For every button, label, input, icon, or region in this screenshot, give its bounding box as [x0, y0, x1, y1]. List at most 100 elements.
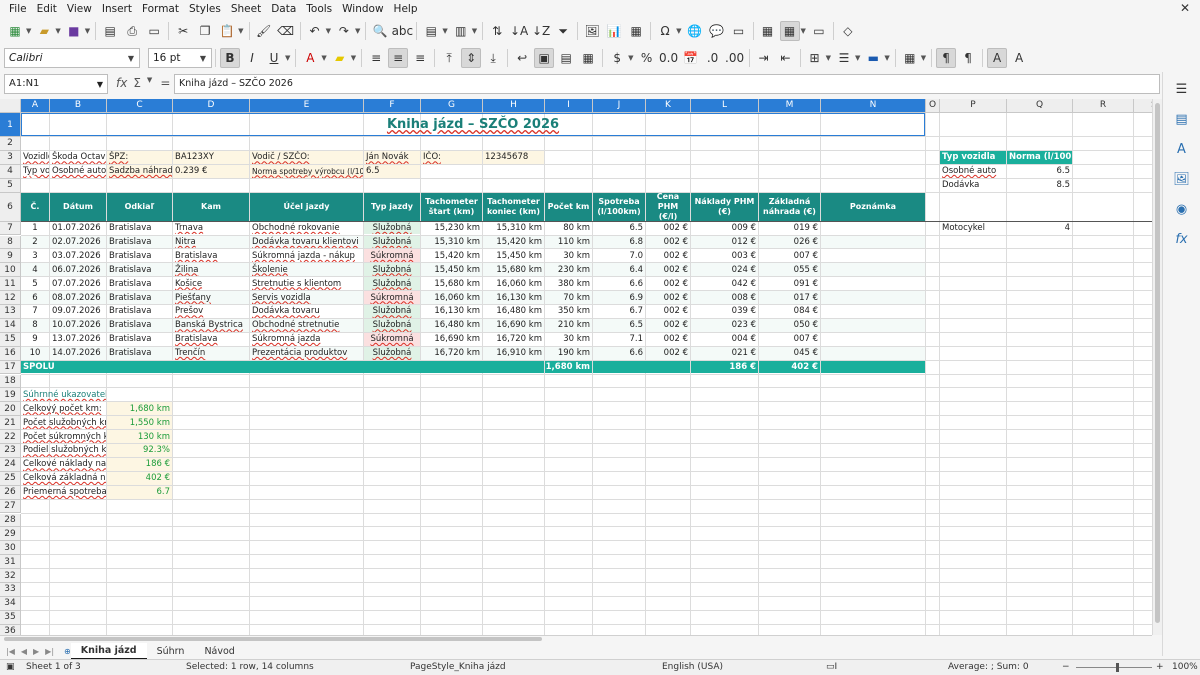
trip-n[interactable]: 8	[21, 318, 49, 332]
gallery-icon[interactable]: 🖼	[1173, 170, 1191, 188]
select-all-corner[interactable]	[0, 99, 21, 113]
trip-km[interactable]: 210 km	[545, 318, 592, 332]
new-document-icon[interactable]: ▦	[5, 21, 25, 41]
scrollbar-thumb[interactable]	[4, 637, 542, 641]
trip-km[interactable]: 110 km	[545, 235, 592, 249]
trip-comp[interactable]: 045 €	[759, 346, 820, 360]
trip-cons[interactable]: 6.8	[593, 235, 645, 249]
trip-note[interactable]	[821, 291, 925, 304]
column-header[interactable]: B	[50, 99, 107, 113]
trip-to[interactable]: Nitra	[173, 235, 249, 249]
summary-label[interactable]: Celková základná náhrada:	[21, 472, 106, 485]
row-header[interactable]: 1	[0, 113, 21, 137]
trip-to[interactable]: Košice	[173, 277, 249, 291]
row-header[interactable]: 29	[0, 527, 21, 542]
trip-start[interactable]: 15,420 km	[421, 249, 482, 263]
column-header[interactable]: A	[21, 99, 50, 113]
trip-price[interactable]: 002 €	[646, 221, 690, 235]
trip-to[interactable]: Bratislava	[173, 332, 249, 346]
row-header[interactable]: 9	[0, 249, 21, 264]
trip-from[interactable]: Bratislava	[107, 318, 172, 332]
trip-cons[interactable]: 6.6	[593, 346, 645, 360]
freeze-rows-columns-icon[interactable]: ▦	[779, 21, 800, 41]
column-header[interactable]: G	[421, 99, 483, 113]
plate-value[interactable]: BA123XY	[173, 150, 249, 164]
trip-price[interactable]: 002 €	[646, 263, 690, 277]
row-header[interactable]: 35	[0, 610, 21, 625]
italic-icon[interactable]: I	[242, 48, 262, 68]
summary-value[interactable]: 186 €	[107, 457, 172, 471]
trip-note[interactable]	[821, 277, 925, 291]
trip-cons[interactable]: 7.0	[593, 249, 645, 263]
row-header[interactable]: 30	[0, 541, 21, 556]
trip-comp[interactable]: 091 €	[759, 277, 820, 291]
print-preview-icon[interactable]: ▭	[144, 21, 164, 41]
trip-price[interactable]: 002 €	[646, 332, 690, 346]
row-header[interactable]: 23	[0, 444, 21, 458]
sort-descending-icon[interactable]: ↓Z	[531, 21, 551, 41]
summary-label[interactable]: Počet súkromných km:	[21, 430, 106, 443]
column-header[interactable]: R	[1073, 99, 1134, 113]
norms-header-norm[interactable]: Norma (l/100km)	[1007, 150, 1072, 164]
menu-data[interactable]: Data	[266, 3, 301, 15]
trip-purpose[interactable]: Dodávka tovaru klientovi	[250, 235, 363, 249]
total-blank[interactable]	[593, 360, 690, 374]
pivot-table-icon[interactable]: ▦	[626, 21, 646, 41]
column-header[interactable]: O	[926, 99, 940, 113]
font-name-box[interactable]: Calibri ▼	[4, 48, 140, 68]
row-header[interactable]: 20	[0, 402, 21, 417]
row-header[interactable]: 31	[0, 555, 21, 570]
wrap-text-icon[interactable]: ↩	[512, 48, 532, 68]
underline-icon[interactable]: U	[264, 48, 284, 68]
norms-type[interactable]: Osobné auto	[940, 165, 1006, 178]
vehicle-type-value[interactable]: Osobné auto	[50, 165, 106, 178]
clone-formatting-icon[interactable]: 🖌	[254, 21, 274, 41]
trip-cons[interactable]: 6.7	[593, 305, 645, 318]
undo-icon[interactable]: ↶	[305, 21, 325, 41]
total-comp[interactable]: 402 €	[759, 360, 820, 374]
summary-value[interactable]: 1,550 km	[107, 416, 172, 430]
row-header[interactable]: 19	[0, 388, 21, 403]
trip-type[interactable]: Súkromná	[364, 332, 420, 346]
save-icon[interactable]: ■	[64, 21, 84, 41]
bold-icon[interactable]: B	[220, 48, 240, 68]
trip-price[interactable]: 002 €	[646, 249, 690, 263]
text-direction-rtl-icon[interactable]: ¶	[958, 48, 978, 68]
row-header[interactable]: 5	[0, 178, 21, 193]
summary-value[interactable]: 92.3%	[107, 444, 172, 457]
summary-value[interactable]: 1,680 km	[107, 402, 172, 416]
trip-price[interactable]: 002 €	[646, 305, 690, 318]
merge-cells-icon[interactable]: ▤	[556, 48, 576, 68]
trip-end[interactable]: 15,680 km	[483, 263, 544, 277]
trip-date[interactable]: 08.07.2026	[50, 291, 106, 304]
trip-cost[interactable]: 003 €	[691, 249, 758, 263]
summary-label[interactable]: Celkový počet km:	[21, 402, 106, 415]
trip-from[interactable]: Bratislava	[107, 235, 172, 249]
table-header[interactable]: Náklady PHM (€)	[691, 192, 758, 221]
trip-price[interactable]: 002 €	[646, 235, 690, 249]
norms-type[interactable]: Motocykel	[940, 222, 1006, 235]
trip-start[interactable]: 15,450 km	[421, 263, 482, 277]
summary-value[interactable]: 130 km	[107, 430, 172, 443]
table-header[interactable]: Účel jazdy	[250, 192, 363, 221]
menu-sheet[interactable]: Sheet	[226, 3, 266, 15]
table-header[interactable]: Cena PHM (€/l)	[646, 192, 690, 221]
table-header[interactable]: Tachometer koniec (km)	[483, 192, 544, 221]
trip-end[interactable]: 16,910 km	[483, 346, 544, 360]
trip-n[interactable]: 6	[21, 291, 49, 304]
trip-km[interactable]: 350 km	[545, 305, 592, 318]
summary-value[interactable]: 6.7	[107, 485, 172, 499]
row-header[interactable]: 12	[0, 291, 21, 305]
trip-comp[interactable]: 026 €	[759, 235, 820, 249]
special-character-icon[interactable]: Ω	[655, 21, 675, 41]
trip-comp[interactable]: 019 €	[759, 221, 820, 235]
summary-label[interactable]: Počet služobných km:	[21, 416, 106, 429]
trip-end[interactable]: 16,690 km	[483, 318, 544, 332]
column-header[interactable]: E	[250, 99, 364, 113]
summary-label[interactable]: Priemerná spotreba (l/100km):	[21, 486, 106, 499]
open-folder-icon[interactable]: ▰	[34, 21, 54, 41]
trip-end[interactable]: 16,130 km	[483, 291, 544, 304]
merge-center-icon[interactable]: ▣	[534, 48, 555, 68]
trip-to[interactable]: Piešťany	[173, 291, 249, 304]
autofilter-icon[interactable]: ⏷	[553, 21, 573, 41]
